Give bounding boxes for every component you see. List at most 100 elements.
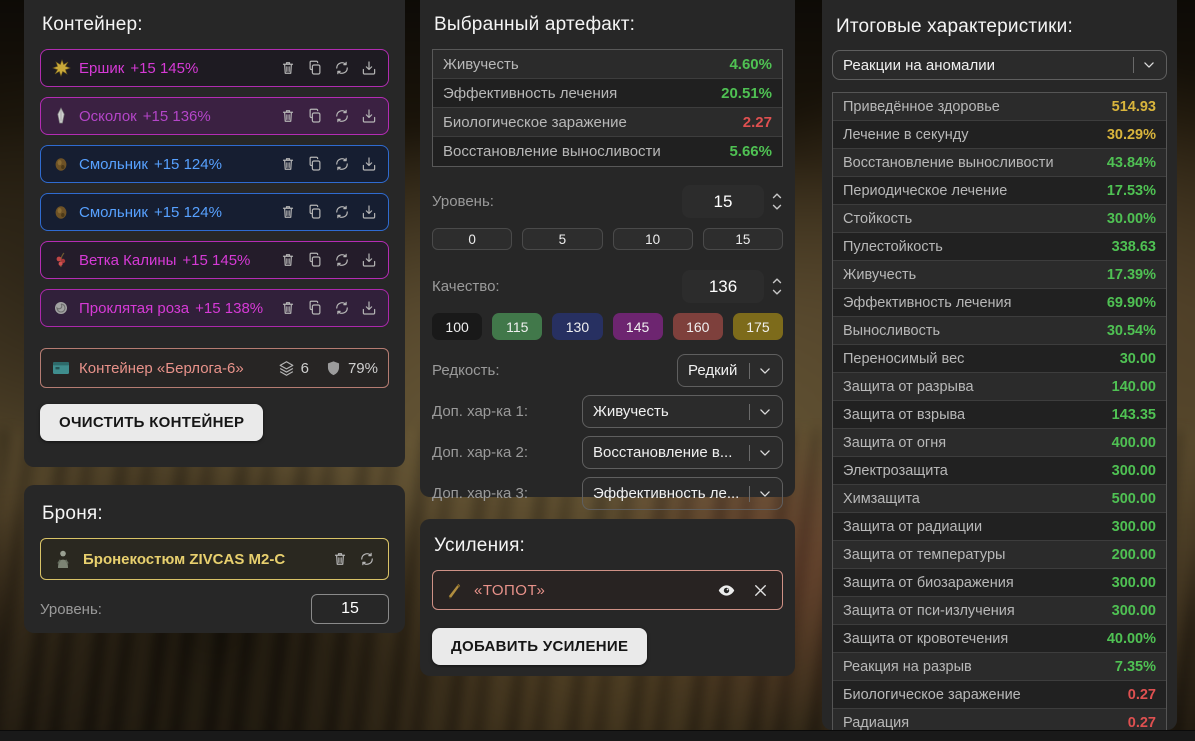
extra-stat-1-select[interactable]: Живучесть bbox=[582, 395, 783, 428]
decrement-icon[interactable] bbox=[771, 204, 783, 211]
replace-icon[interactable] bbox=[333, 107, 351, 125]
stat-row: Восстановление выносливости5.66% bbox=[433, 137, 782, 166]
total-stat-row: Защита от биозаражения300.00 bbox=[833, 569, 1166, 597]
container-item-ershik[interactable]: Ершик +15 145% bbox=[40, 49, 389, 87]
delete-icon[interactable] bbox=[279, 251, 297, 269]
total-stat-row: Защита от кровотечения40.00% bbox=[833, 625, 1166, 653]
save-icon[interactable] bbox=[360, 155, 378, 173]
quality-preset-button[interactable]: 145 bbox=[613, 313, 663, 340]
artifact-name: Смольник bbox=[79, 204, 148, 221]
quality-preset-button[interactable]: 160 bbox=[673, 313, 723, 340]
replace-icon[interactable] bbox=[333, 59, 351, 77]
copy-icon[interactable] bbox=[306, 107, 324, 125]
container-slot[interactable]: Контейнер «Берлога-6» 6 79% bbox=[40, 348, 389, 388]
extra-stat-1-label: Доп. хар-ка 1: bbox=[432, 403, 528, 420]
rarity-select[interactable]: Редкий bbox=[677, 354, 783, 387]
artifact-smolnik-icon bbox=[51, 203, 71, 221]
stack-count: 6 bbox=[301, 360, 309, 377]
total-stat-row: Защита от температуры200.00 bbox=[833, 541, 1166, 569]
decrement-icon[interactable] bbox=[771, 289, 783, 296]
copy-icon[interactable] bbox=[306, 59, 324, 77]
quality-preset-button[interactable]: 175 bbox=[733, 313, 783, 340]
copy-icon[interactable] bbox=[306, 299, 324, 317]
artifact-name: Ветка Калины bbox=[79, 252, 176, 269]
selected-artifact-panel: Выбранный артефакт: Живучесть4.60% Эффек… bbox=[420, 0, 795, 497]
artifact-ershik-icon bbox=[51, 59, 71, 77]
armor-item[interactable]: Бронекостюм ZIVCAS M2-C bbox=[40, 538, 389, 580]
save-icon[interactable] bbox=[360, 203, 378, 221]
armor-level-label: Уровень: bbox=[40, 601, 102, 618]
container-item-oskolok[interactable]: Осколок +15 136% bbox=[40, 97, 389, 135]
copy-icon[interactable] bbox=[306, 155, 324, 173]
armor-name: Бронекостюм ZIVCAS M2-C bbox=[83, 551, 285, 568]
total-stat-row: Лечение в секунду30.29% bbox=[833, 121, 1166, 149]
close-icon[interactable] bbox=[751, 581, 770, 600]
artifact-smolnik-icon bbox=[51, 155, 71, 173]
chevron-down-icon bbox=[758, 487, 772, 501]
increment-icon[interactable] bbox=[771, 277, 783, 284]
delete-icon[interactable] bbox=[279, 107, 297, 125]
extra-stat-2-select[interactable]: Восстановление в... bbox=[582, 436, 783, 469]
replace-icon[interactable] bbox=[333, 251, 351, 269]
save-icon[interactable] bbox=[360, 59, 378, 77]
artifact-name: Смольник bbox=[79, 156, 148, 173]
rarity-label: Редкость: bbox=[432, 362, 500, 379]
container-item-smolnik-2[interactable]: Смольник +15 124% bbox=[40, 193, 389, 231]
quality-input[interactable] bbox=[682, 270, 764, 303]
level-preset-button[interactable]: 5 bbox=[522, 228, 602, 250]
delete-icon[interactable] bbox=[279, 155, 297, 173]
replace-icon[interactable] bbox=[333, 203, 351, 221]
layers-icon bbox=[277, 359, 296, 378]
boosts-title: Усиления: bbox=[434, 535, 783, 557]
replace-icon[interactable] bbox=[358, 550, 376, 568]
container-item-roza[interactable]: Проклятая роза +15 138% bbox=[40, 289, 389, 327]
boost-item[interactable]: «ТОПОТ» bbox=[432, 570, 783, 610]
delete-icon[interactable] bbox=[279, 299, 297, 317]
boosts-panel: Усиления: «ТОПОТ» ДОБАВИТЬ УСИЛЕНИЕ bbox=[420, 519, 795, 676]
save-icon[interactable] bbox=[360, 107, 378, 125]
replace-icon[interactable] bbox=[333, 155, 351, 173]
chevron-down-icon bbox=[758, 446, 772, 460]
armor-title: Броня: bbox=[42, 503, 389, 525]
total-stat-row: Приведённое здоровье514.93 bbox=[833, 93, 1166, 121]
total-stat-row: Химзащита500.00 bbox=[833, 485, 1166, 513]
total-stat-row: Электрозащита300.00 bbox=[833, 457, 1166, 485]
quality-preset-button[interactable]: 115 bbox=[492, 313, 542, 340]
copy-icon[interactable] bbox=[306, 203, 324, 221]
level-input[interactable] bbox=[682, 185, 764, 218]
container-item-smolnik-1[interactable]: Смольник +15 124% bbox=[40, 145, 389, 183]
total-stat-row: Живучесть17.39% bbox=[833, 261, 1166, 289]
artifact-stats: Живучесть4.60% Эффективность лечения20.5… bbox=[432, 49, 783, 167]
quality-preset-button[interactable]: 100 bbox=[432, 313, 482, 340]
delete-icon[interactable] bbox=[279, 203, 297, 221]
extra-stat-3-select[interactable]: Эффективность ле... bbox=[582, 477, 783, 510]
add-boost-button[interactable]: ДОБАВИТЬ УСИЛЕНИЕ bbox=[432, 628, 647, 665]
total-stat-row: Защита от радиации300.00 bbox=[833, 513, 1166, 541]
save-icon[interactable] bbox=[360, 299, 378, 317]
artifact-title: Выбранный артефакт: bbox=[434, 14, 783, 36]
copy-icon[interactable] bbox=[306, 251, 324, 269]
total-stat-row: Защита от пси-излучения300.00 bbox=[833, 597, 1166, 625]
clear-container-button[interactable]: ОЧИСТИТЬ КОНТЕЙНЕР bbox=[40, 404, 263, 441]
container-item-vetka[interactable]: Ветка Калины +15 145% bbox=[40, 241, 389, 279]
anomaly-reactions-select[interactable]: Реакции на аномалии bbox=[832, 50, 1167, 80]
level-preset-button[interactable]: 0 bbox=[432, 228, 512, 250]
total-stat-row: Защита от разрыва140.00 bbox=[833, 373, 1166, 401]
artifact-mod: +15 145% bbox=[130, 60, 198, 77]
level-preset-button[interactable]: 15 bbox=[703, 228, 783, 250]
replace-icon[interactable] bbox=[333, 299, 351, 317]
delete-icon[interactable] bbox=[331, 550, 349, 568]
quality-preset-button[interactable]: 130 bbox=[552, 313, 602, 340]
delete-icon[interactable] bbox=[279, 59, 297, 77]
chevron-down-icon bbox=[758, 364, 772, 378]
boost-name: «ТОПОТ» bbox=[474, 582, 545, 599]
eye-icon[interactable] bbox=[717, 581, 736, 600]
container-title: Контейнер: bbox=[42, 14, 389, 36]
armor-level-input[interactable] bbox=[311, 594, 389, 624]
bottom-bar bbox=[0, 730, 1195, 741]
level-preset-button[interactable]: 10 bbox=[613, 228, 693, 250]
stat-row: Эффективность лечения20.51% bbox=[433, 79, 782, 108]
save-icon[interactable] bbox=[360, 251, 378, 269]
increment-icon[interactable] bbox=[771, 192, 783, 199]
total-stat-row: Стойкость30.00% bbox=[833, 205, 1166, 233]
